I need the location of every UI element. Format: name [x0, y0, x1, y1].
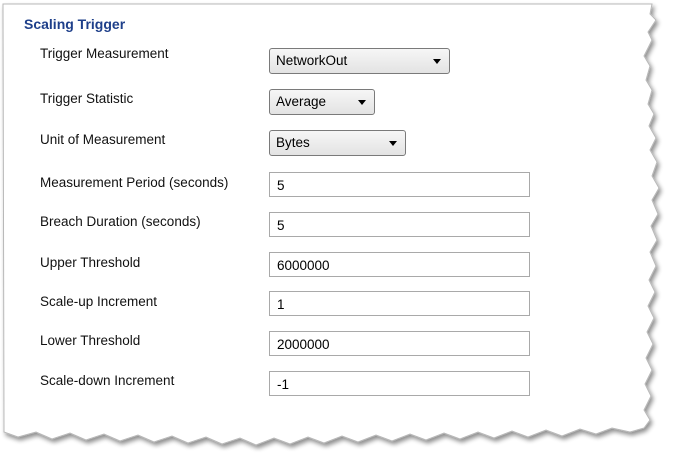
lower-threshold-label: Lower Threshold [40, 333, 141, 348]
breach-duration-label: Breach Duration (seconds) [40, 214, 201, 229]
measurement-period-value: 5 [277, 178, 285, 193]
lower-threshold-input[interactable]: 2000000 [269, 331, 530, 356]
breach-duration-input[interactable]: 5 [269, 212, 530, 237]
upper-threshold-input[interactable]: 6000000 [269, 252, 530, 277]
scale-up-increment-input[interactable]: 1 [269, 291, 530, 316]
scale-down-increment-input[interactable]: -1 [269, 371, 530, 396]
scale-up-increment-value: 1 [277, 297, 285, 312]
trigger-statistic-label: Trigger Statistic [40, 91, 134, 106]
upper-threshold-value: 6000000 [277, 258, 330, 273]
trigger-statistic-select[interactable]: Average [269, 89, 375, 115]
section-title: Scaling Trigger [24, 16, 126, 32]
upper-threshold-label: Upper Threshold [40, 255, 141, 270]
trigger-measurement-label: Trigger Measurement [40, 46, 169, 61]
breach-duration-value: 5 [277, 218, 285, 233]
measurement-period-input[interactable]: 5 [269, 172, 530, 197]
measurement-period-label: Measurement Period (seconds) [40, 175, 229, 190]
trigger-measurement-select[interactable]: NetworkOut [269, 48, 450, 74]
chevron-down-icon [389, 141, 397, 146]
chevron-down-icon [358, 100, 366, 105]
scaling-trigger-panel: Scaling Trigger Trigger Measurement Netw… [0, 0, 673, 459]
scale-down-increment-label: Scale-down Increment [40, 373, 175, 388]
trigger-measurement-value: NetworkOut [276, 53, 348, 68]
trigger-statistic-value: Average [276, 94, 327, 109]
unit-of-measurement-value: Bytes [276, 135, 310, 150]
chevron-down-icon [433, 59, 441, 64]
unit-of-measurement-select[interactable]: Bytes [269, 130, 406, 156]
scale-down-increment-value: -1 [277, 377, 290, 392]
unit-of-measurement-label: Unit of Measurement [40, 132, 166, 147]
lower-threshold-value: 2000000 [277, 337, 330, 352]
scale-up-increment-label: Scale-up Increment [40, 294, 158, 309]
